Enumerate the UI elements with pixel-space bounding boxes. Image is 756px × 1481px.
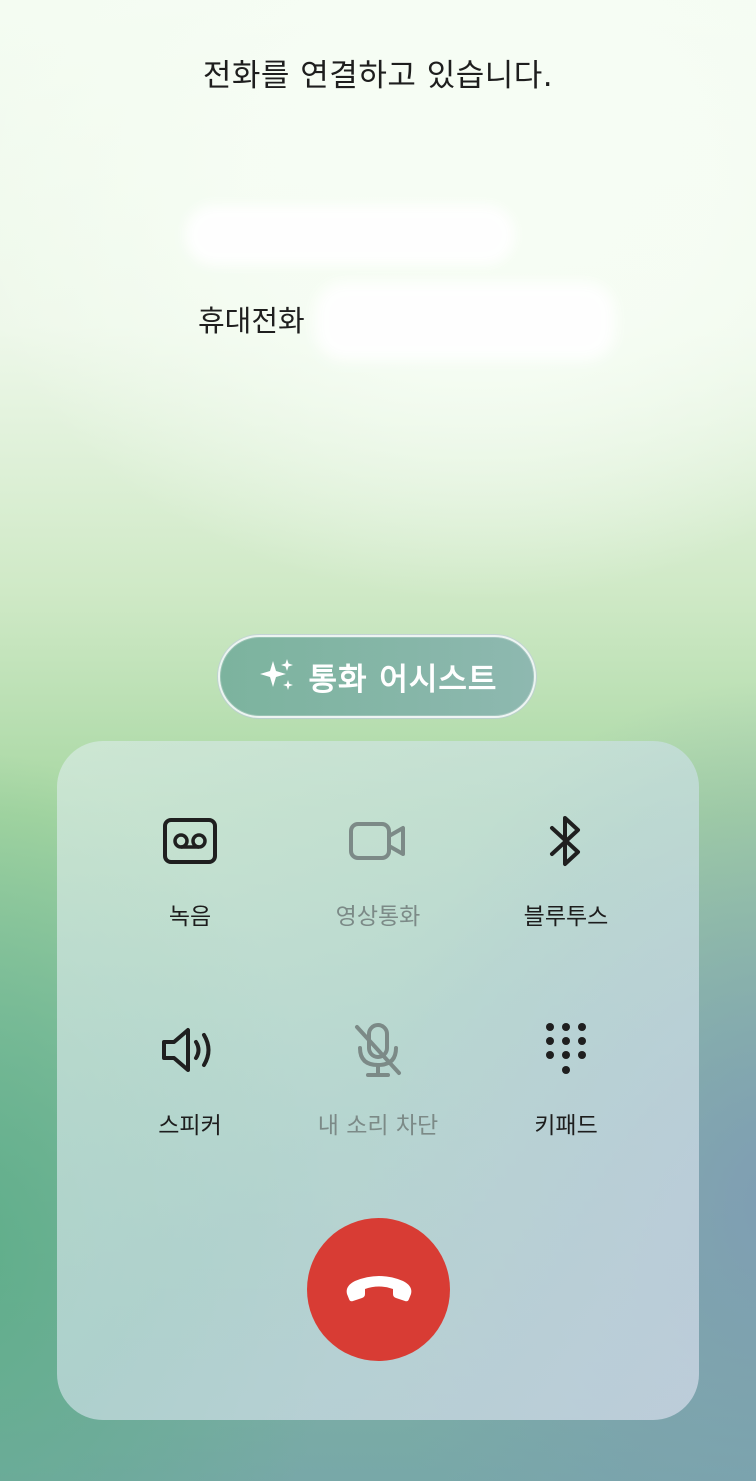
speaker-label: 스피커	[158, 1113, 222, 1139]
bluetooth-label: 블루투스	[523, 904, 609, 930]
speaker-icon	[160, 1022, 220, 1078]
voicemail-record-icon	[162, 813, 218, 869]
record-label: 녹음	[168, 904, 212, 930]
number-type-label: 휴대전화	[198, 304, 305, 338]
video-call-button[interactable]: 영상통화	[278, 805, 478, 955]
caller-name-redacted	[185, 205, 515, 265]
speaker-button[interactable]: 스피커	[90, 1014, 290, 1164]
call-assist-button[interactable]: 통화 어시스트	[218, 635, 536, 718]
mute-label: 내 소리 차단	[317, 1113, 439, 1139]
sparkle-icon	[257, 655, 297, 699]
keypad-label: 키패드	[534, 1113, 598, 1139]
caller-number-row: 휴대전화	[198, 298, 305, 342]
call-status-text: 전화를 연결하고 있습니다.	[202, 58, 554, 94]
video-call-label: 영상통화	[335, 904, 421, 930]
end-call-button[interactable]	[307, 1218, 450, 1361]
caller-number-redacted	[315, 282, 615, 360]
mute-button[interactable]: 내 소리 차단	[278, 1014, 478, 1164]
bluetooth-button[interactable]: 블루투스	[466, 805, 666, 955]
video-camera-icon	[348, 813, 408, 869]
dialpad-icon	[544, 1022, 588, 1078]
call-assist-label: 통화 어시스트	[308, 662, 498, 698]
record-button[interactable]: 녹음	[90, 805, 290, 955]
keypad-button[interactable]: 키패드	[466, 1014, 666, 1164]
bluetooth-icon	[546, 813, 586, 869]
mic-off-icon	[352, 1022, 404, 1078]
end-call-icon	[341, 1268, 417, 1312]
